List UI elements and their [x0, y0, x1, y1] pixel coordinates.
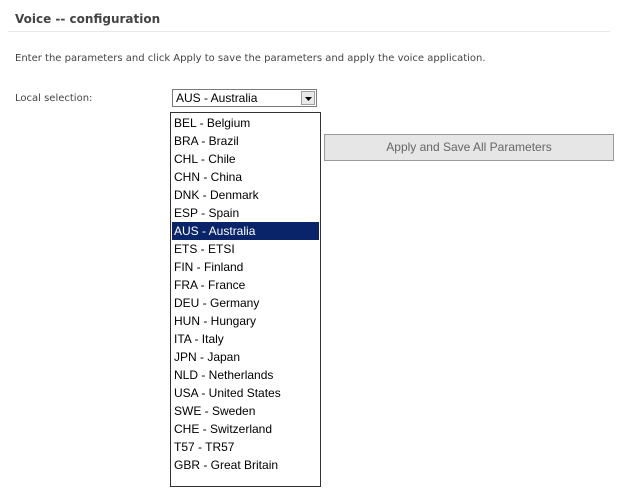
locale-select[interactable]: AUS - Australia — [172, 89, 317, 107]
locale-option-bra[interactable]: BRA - Brazil — [172, 132, 319, 150]
locale-option-ets[interactable]: ETS - ETSI — [172, 240, 319, 258]
locale-option-deu[interactable]: DEU - Germany — [172, 294, 319, 312]
locale-option-fra[interactable]: FRA - France — [172, 276, 319, 294]
dropdown-toggle-button[interactable] — [301, 91, 315, 105]
locale-option-fin[interactable]: FIN - Finland — [172, 258, 319, 276]
locale-option-gbr[interactable]: GBR - Great Britain — [172, 456, 319, 474]
chevron-down-icon — [305, 97, 312, 101]
title-divider — [8, 31, 610, 32]
locale-option-usa[interactable]: USA - United States — [172, 384, 319, 402]
locale-selection-label: Local selection: — [15, 93, 93, 104]
locale-dropdown-list[interactable]: BEL - Belgium BRA - Brazil CHL - Chile C… — [170, 112, 321, 487]
locale-option-hun[interactable]: HUN - Hungary — [172, 312, 319, 330]
locale-option-che[interactable]: CHE - Switzerland — [172, 420, 319, 438]
locale-option-t57[interactable]: T57 - TR57 — [172, 438, 319, 456]
locale-option-aus[interactable]: AUS - Australia — [172, 222, 319, 240]
locale-option-nld[interactable]: NLD - Netherlands — [172, 366, 319, 384]
locale-option-swe[interactable]: SWE - Sweden — [172, 402, 319, 420]
instructions-text: Enter the parameters and click Apply to … — [15, 53, 486, 64]
locale-select-value: AUS - Australia — [176, 91, 258, 105]
locale-option-ita[interactable]: ITA - Italy — [172, 330, 319, 348]
locale-option-chn[interactable]: CHN - China — [172, 168, 319, 186]
locale-option-jpn[interactable]: JPN - Japan — [172, 348, 319, 366]
apply-save-button[interactable]: Apply and Save All Parameters — [324, 134, 614, 161]
page-title: Voice -- configuration — [15, 12, 161, 26]
locale-option-bel[interactable]: BEL - Belgium — [172, 114, 319, 132]
locale-option-dnk[interactable]: DNK - Denmark — [172, 186, 319, 204]
locale-option-chl[interactable]: CHL - Chile — [172, 150, 319, 168]
locale-option-esp[interactable]: ESP - Spain — [172, 204, 319, 222]
